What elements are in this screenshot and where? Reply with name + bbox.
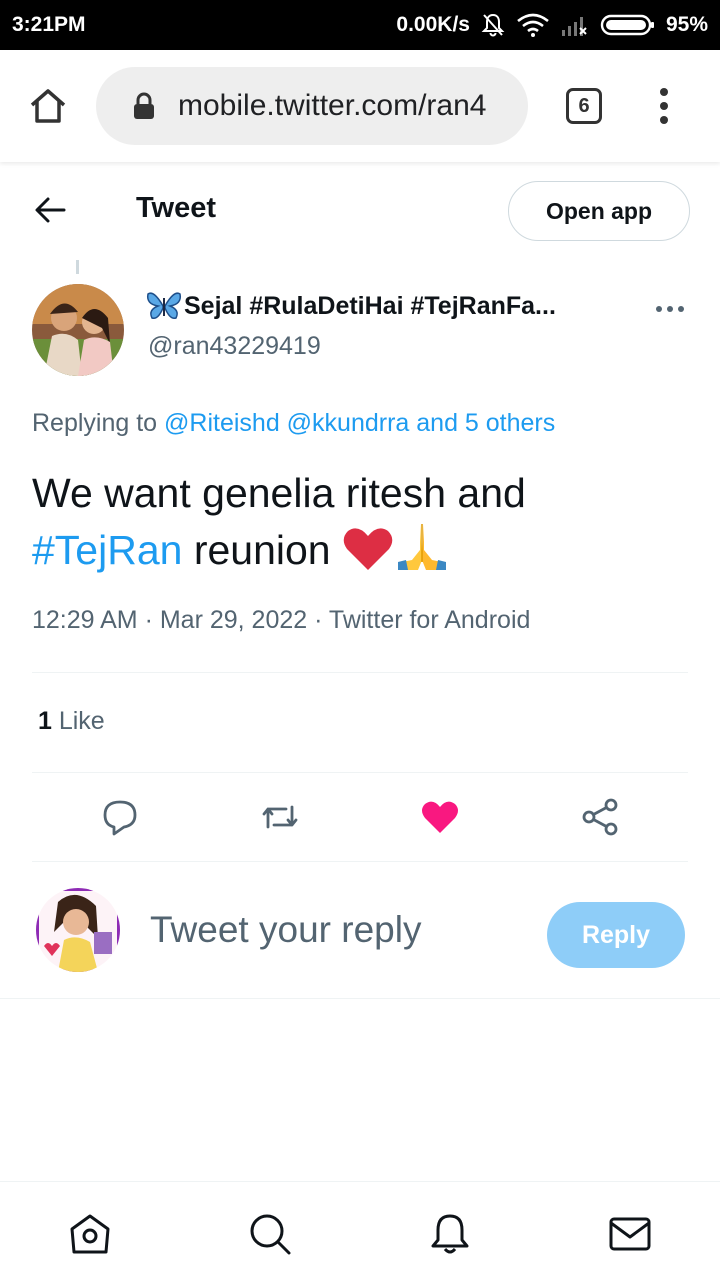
retweet-icon[interactable] [260,797,300,837]
wifi-icon [516,12,550,38]
search-nav-icon[interactable] [248,1212,292,1256]
replying-prefix: Replying to [32,409,165,437]
reply-input[interactable]: Tweet your reply [150,909,421,951]
status-bar: 3:21PM 0.00K/s 95% [0,0,720,50]
butterfly-icon [146,290,182,322]
lock-icon [132,91,156,121]
status-time: 3:21PM [12,13,86,36]
reply-button[interactable]: Reply [547,902,685,968]
bottom-navigation [0,1181,720,1280]
thread-connector [76,260,79,274]
author-name[interactable]: Sejal #RulaDetiHai #TejRanFa... [146,290,556,322]
divider [32,772,688,773]
reply-icon[interactable] [100,797,140,837]
notifications-nav-icon[interactable] [428,1212,472,1256]
author-avatar[interactable] [32,284,124,376]
tweet-header: Tweet Open app [0,162,720,260]
battery-percent: 95% [665,13,708,36]
author-name-text: Sejal #RulaDetiHai #TejRanFa... [184,291,556,320]
hashtag-link[interactable]: #TejRan [32,527,182,573]
divider [0,998,720,999]
tabs-icon[interactable]: 6 [566,88,602,124]
folded-hands-emoji-icon [394,520,450,585]
share-icon[interactable] [580,797,620,837]
tab-count: 6 [578,94,590,117]
open-app-button[interactable]: Open app [508,181,690,241]
replying-to-users-link[interactable]: @Riteishd @kkundrra and 5 others [164,409,555,437]
cell-signal-icon [560,12,590,38]
like-count-number: 1 [38,707,52,735]
tweet-text: We want genelia ritesh and #TejRan reuni… [32,466,692,585]
overflow-menu-icon[interactable] [652,86,676,126]
tweet-text-line1: We want genelia ritesh and [32,470,526,516]
battery-icon [600,12,656,38]
tweet-text-line2: reunion [182,527,342,573]
more-options-icon[interactable] [654,302,686,314]
like-icon[interactable] [420,797,460,837]
replying-to: Replying to @Riteishd @kkundrra and 5 ot… [32,409,555,438]
network-speed: 0.00K/s [396,13,470,36]
like-count-label: Like [51,707,105,735]
home-nav-icon[interactable] [68,1212,112,1256]
page-title: Tweet [136,192,217,224]
home-icon[interactable] [28,86,68,126]
tweet-timestamp[interactable]: 12:29 AM · Mar 29, 2022 · Twitter for An… [32,606,530,635]
divider [32,672,688,673]
address-bar[interactable]: mobile.twitter.com/ran4 [96,67,528,145]
user-avatar[interactable] [36,888,120,972]
notifications-off-icon [480,12,506,38]
author-handle[interactable]: @ran43229419 [148,332,321,361]
browser-toolbar: mobile.twitter.com/ran4 6 [0,50,720,162]
messages-nav-icon[interactable] [608,1212,652,1256]
red-heart-emoji-icon [342,526,394,585]
likes-count[interactable]: 1 Like [38,707,105,736]
url-text: mobile.twitter.com/ran4 [178,89,487,122]
divider [32,861,688,862]
back-arrow-icon[interactable] [32,194,68,226]
